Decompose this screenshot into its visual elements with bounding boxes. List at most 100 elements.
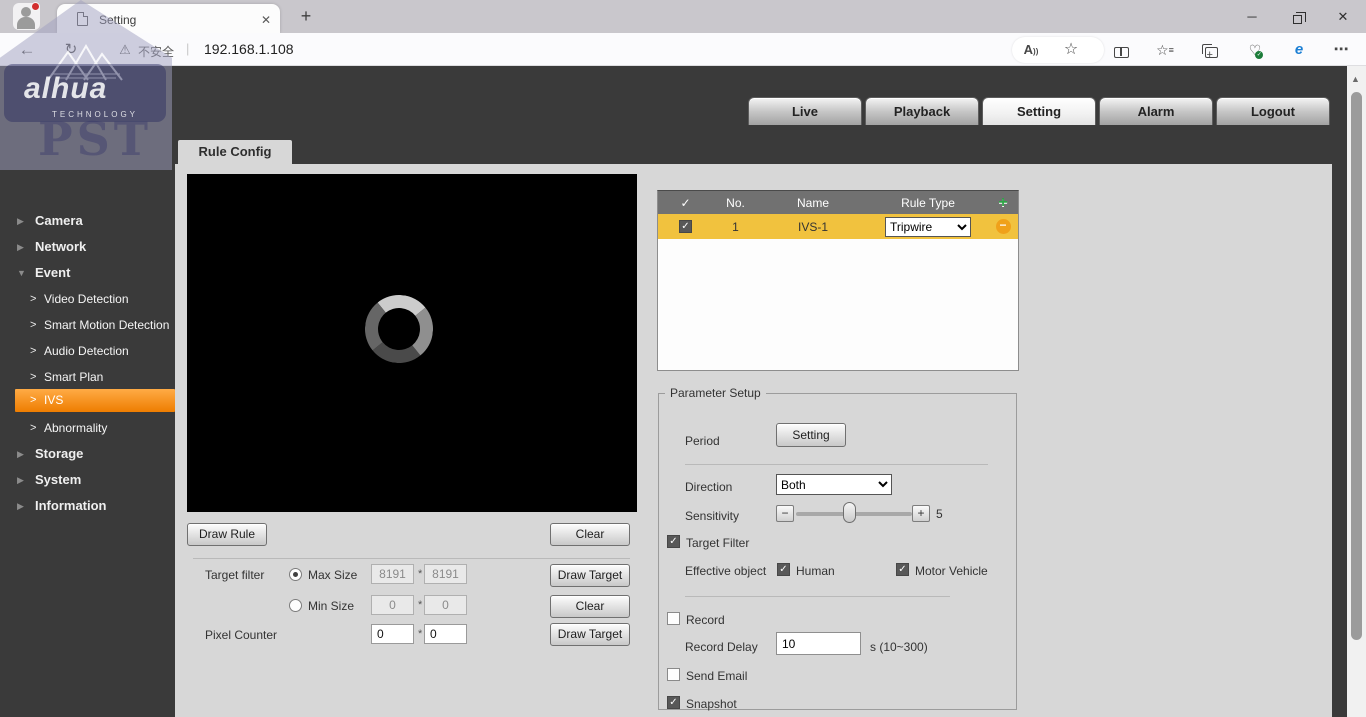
select-all-check-icon[interactable]: ✓ [658,191,713,214]
favorite-star-icon[interactable]: ☆ [1060,40,1082,60]
sidebar-item-storage[interactable]: ▶ Storage [0,441,175,467]
sidebar-item-information[interactable]: ▶ Information [0,493,175,519]
tri-right-icon: ▶ [17,441,24,467]
remove-icon: − [996,219,1011,234]
motor-vehicle-checkbox[interactable]: ✓ [896,563,909,576]
sensitivity-slider-handle[interactable] [843,502,856,523]
row-checkbox[interactable]: ✓ [679,220,692,233]
max-height-input[interactable] [424,564,467,584]
row-name: IVS-1 [758,214,868,239]
tab-close-icon[interactable]: ✕ [257,11,275,29]
nav-playback-button[interactable]: Playback [865,97,979,125]
window-restore-button[interactable] [1282,5,1312,29]
column-no: No. [713,191,758,214]
sidebar-item-video-detection[interactable]: > Video Detection [0,286,175,312]
back-icon[interactable]: ← [16,40,38,60]
rules-table: ✓ No. Name Rule Type + ✓ 1 IVS-1 Tripwir… [657,190,1019,371]
clear-target-button[interactable]: Clear [550,595,630,618]
min-width-input[interactable] [371,595,414,615]
record-checkbox[interactable] [667,612,680,625]
browser-essentials-icon[interactable]: ♡✓ [1244,40,1266,60]
page-favicon-icon [77,12,88,26]
target-filter-checkbox[interactable]: ✓ [667,535,680,548]
draw-target-max-button[interactable]: Draw Target [550,564,630,587]
sidebar-item-system[interactable]: ▶ System [0,467,175,493]
size-separator: * [418,568,422,580]
tab-rule-config[interactable]: Rule Config [178,140,292,164]
human-label: Human [796,564,835,578]
draw-target-pixel-button[interactable]: Draw Target [550,623,630,646]
snapshot-checkbox[interactable]: ✓ [667,696,680,709]
tri-right-icon: ▶ [17,493,24,519]
browser-tab-setting[interactable]: Setting ✕ [57,4,280,33]
record-delay-input[interactable] [776,632,861,655]
add-rule-button[interactable]: + [988,191,1018,214]
browser-menu-icon[interactable]: ⋯ [1330,40,1352,60]
page-scrollbar[interactable]: ▲ [1347,66,1366,717]
split-screen-icon[interactable] [1110,40,1132,60]
chevron-right-icon: > [30,286,36,312]
security-warning-icon[interactable]: ⚠ [114,40,136,60]
nav-logout-button[interactable]: Logout [1216,97,1330,125]
security-label[interactable]: 不安全 [138,43,174,60]
pixel-width-input[interactable] [371,624,414,644]
send-email-checkbox[interactable] [667,668,680,681]
nav-live-button[interactable]: Live [748,97,862,125]
add-icon: + [998,194,1007,212]
max-width-input[interactable] [371,564,414,584]
new-tab-button[interactable]: + [294,5,318,29]
collections-icon[interactable] [1200,40,1222,60]
chevron-right-icon: > [30,389,36,412]
sidebar-item-network[interactable]: ▶ Network [0,234,175,260]
table-row[interactable]: ✓ 1 IVS-1 Tripwire − [658,214,1018,239]
parameter-setup-group: Parameter Setup Period Setting Direction… [658,386,1017,710]
pixel-counter-label: Pixel Counter [205,628,277,642]
sidebar-item-ivs[interactable]: > IVS [15,389,175,412]
send-email-label: Send Email [686,669,747,683]
column-rule-type: Rule Type [868,191,988,214]
favorites-list-icon[interactable]: ☆≡ [1154,40,1176,60]
effective-object-label: Effective object [685,564,766,578]
delete-rule-button[interactable]: − [988,214,1018,239]
direction-select[interactable]: Both [776,474,892,495]
chevron-right-icon: > [30,364,36,390]
divider [685,596,950,597]
divider [193,558,630,559]
window-minimize-button[interactable]: ─ [1237,5,1267,29]
sensitivity-minus-button[interactable]: − [776,505,794,522]
pixel-height-input[interactable] [424,624,467,644]
rule-type-select[interactable]: Tripwire [885,217,971,237]
nav-setting-button[interactable]: Setting [982,97,1096,125]
sidebar-item-abnormality[interactable]: > Abnormality [0,415,175,441]
restore-icon [1293,15,1302,24]
record-label: Record [686,613,725,627]
read-aloud-icon[interactable]: A)) [1020,40,1042,60]
min-size-radio[interactable] [289,599,302,612]
max-size-radio[interactable] [289,568,302,581]
rules-table-header: ✓ No. Name Rule Type + [658,191,1018,214]
sidebar-item-event[interactable]: ▼ Event [0,260,175,286]
loading-spinner-icon [362,292,437,367]
chevron-right-icon: > [30,338,36,364]
sidebar-item-camera[interactable]: ▶ Camera [0,208,175,234]
url-field[interactable]: 192.168.1.108 [204,41,294,57]
scrollbar-up-icon[interactable]: ▲ [1351,74,1360,84]
draw-rule-button[interactable]: Draw Rule [187,523,267,546]
sidebar-item-smart-plan[interactable]: > Smart Plan [0,364,175,390]
scrollbar-thumb[interactable] [1351,92,1362,640]
video-preview[interactable] [187,174,637,512]
period-setting-button[interactable]: Setting [776,423,846,447]
min-height-input[interactable] [424,595,467,615]
target-filter-param-label: Target Filter [686,536,749,550]
ie-mode-icon[interactable]: e [1288,40,1310,60]
sidebar-item-audio-detection[interactable]: > Audio Detection [0,338,175,364]
min-size-label: Min Size [308,599,354,613]
sensitivity-plus-button[interactable]: + [912,505,930,522]
window-close-button[interactable]: ✕ [1328,5,1358,29]
sidebar-item-smart-motion-detection[interactable]: > Smart Motion Detection [0,312,175,338]
nav-alarm-button[interactable]: Alarm [1099,97,1213,125]
avatar-person-icon [21,7,31,17]
refresh-icon[interactable]: ↻ [60,40,82,60]
human-checkbox[interactable]: ✓ [777,563,790,576]
clear-rule-button[interactable]: Clear [550,523,630,546]
